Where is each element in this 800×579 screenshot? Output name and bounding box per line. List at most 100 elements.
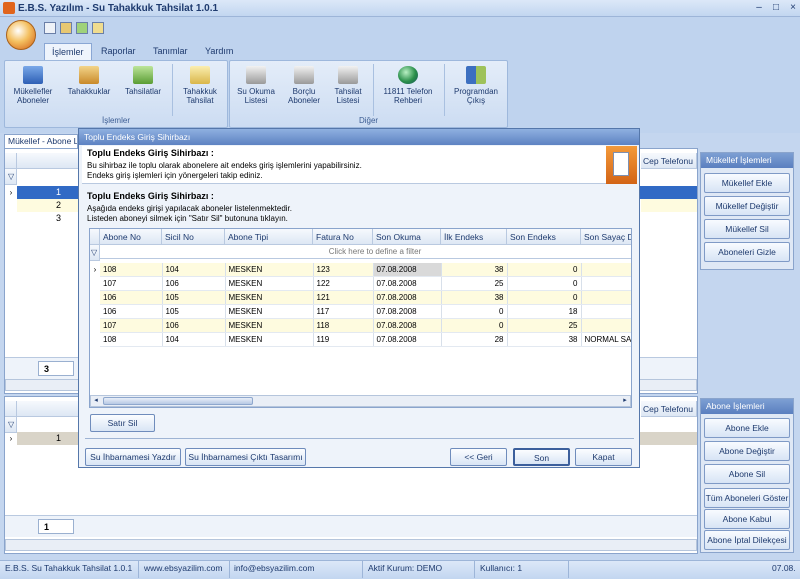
table-cell[interactable]: 0: [507, 290, 582, 305]
table-cell[interactable]: 3: [17, 212, 79, 225]
minimize-icon[interactable]: –: [752, 2, 766, 14]
tab-raporlar[interactable]: Raporlar: [94, 43, 143, 60]
table-row[interactable]: 107 106 MESKEN 118 07.08.2008 0 25: [100, 318, 631, 333]
column-sicil-no[interactable]: Sicil No: [162, 229, 225, 245]
borclu-aboneler-button[interactable]: Borçlu Aboneler: [281, 64, 327, 114]
table-cell[interactable]: 07.08.2008: [373, 304, 442, 319]
tahakkuk-tahsilat-button[interactable]: Tahakkuk Tahsilat: [175, 64, 225, 114]
tum-aboneleri-goster-button[interactable]: Tüm Aboneleri Göster: [704, 488, 790, 508]
su-ihbarnamesi-cikti-tasarimi-button[interactable]: Su İhbarnamesi Çıktı Tasarımı: [185, 448, 306, 466]
section-line1: Aşağıda endeks girişi yapılacak aboneler…: [87, 204, 293, 213]
tab-mukellef-abone-listesi[interactable]: Mükellef - Abone Li: [4, 134, 78, 148]
mukellef-degistir-button[interactable]: Mükellef Değiştir: [704, 196, 790, 216]
column-header[interactable]: [17, 153, 79, 169]
table-row[interactable]: 108 104 MESKEN 119 07.08.2008 28 38 NORM…: [100, 332, 631, 347]
table-cell[interactable]: 2: [17, 199, 79, 212]
column-abone-tipi[interactable]: Abone Tipi: [225, 229, 313, 245]
table-cell[interactable]: 18: [507, 304, 582, 319]
filter-icon[interactable]: ▽: [5, 417, 17, 433]
tahsilatlar-button[interactable]: Tahsilatlar: [118, 64, 168, 114]
table-cell[interactable]: 38: [441, 263, 508, 277]
table-cell[interactable]: [581, 276, 631, 291]
abone-iptal-dilekcesi-button[interactable]: Abone İptal Dilekçesi: [704, 530, 790, 550]
abone-kabul-dilekcesi-button[interactable]: Abone Kabul Dilekçesi: [704, 509, 790, 542]
table-row[interactable]: 107 106 MESKEN 122 07.08.2008 25 0: [100, 276, 631, 291]
column-son-endeks[interactable]: Son Endeks: [507, 229, 581, 245]
su-okuma-button[interactable]: Su Okuma Listesi: [233, 64, 279, 114]
satir-sil-button[interactable]: Satır Sil: [90, 414, 155, 432]
table-cell: 1: [55, 187, 61, 197]
scroll-left-icon[interactable]: ◂: [91, 396, 101, 406]
son-button[interactable]: Son: [513, 448, 570, 466]
tahakkuklar-button[interactable]: Tahakkuklar: [62, 64, 116, 114]
tab-tanimlar[interactable]: Tanımlar: [146, 43, 195, 60]
table-cell[interactable]: [641, 199, 697, 212]
column-cep-telefonu[interactable]: Cep Telefonu: [641, 153, 697, 169]
tab-yardim[interactable]: Yardım: [198, 43, 240, 60]
status-web: www.ebsyazilim.com: [144, 563, 223, 573]
tahsilat-listesi-button[interactable]: Tahsilat Listesi: [326, 64, 370, 114]
table-row[interactable]: 106 105 MESKEN 117 07.08.2008 0 18: [100, 304, 631, 319]
table-cell[interactable]: 0: [441, 304, 508, 319]
column-son-okuma[interactable]: Son Okuma: [373, 229, 441, 245]
column-abone-no[interactable]: Abone No: [100, 229, 162, 245]
table-cell[interactable]: 07.08.2008: [373, 290, 442, 305]
separator: [138, 561, 139, 578]
table-cell[interactable]: 0: [507, 276, 582, 291]
quick-money-icon[interactable]: [76, 22, 88, 34]
column-son-sayac-durumu[interactable]: Son Sayaç Du: [581, 229, 631, 245]
table-cell: 122: [313, 276, 374, 291]
section-line2: Listeden aboneyi silmek için "Satır Sil"…: [87, 214, 288, 223]
column-cep-telefonu[interactable]: Cep Telefonu: [641, 401, 697, 417]
tahakkuklar-label: Tahakkuklar: [67, 87, 111, 96]
filter-icon[interactable]: ▽: [5, 169, 17, 185]
programdan-cikis-button[interactable]: Programdan Çıkış: [448, 64, 504, 114]
column-ilk-endeks[interactable]: İlk Endeks: [441, 229, 507, 245]
horizontal-scrollbar[interactable]: [5, 539, 697, 551]
mukellefler-button[interactable]: Mükellefler Aboneler: [8, 64, 58, 114]
table-cell[interactable]: 38: [441, 290, 508, 305]
table-cell[interactable]: 0: [441, 318, 508, 333]
quick-calculator-icon[interactable]: [60, 22, 72, 34]
tab-islemler[interactable]: İşlemler: [44, 43, 92, 60]
table-cell[interactable]: 07.08.2008: [373, 332, 442, 347]
scrollbar-thumb[interactable]: [103, 397, 253, 405]
quick-book-icon[interactable]: [44, 22, 56, 34]
filter-row[interactable]: Click here to define a filter: [100, 245, 631, 259]
close-icon[interactable]: ×: [786, 2, 800, 14]
filter-icon[interactable]: ▽: [90, 245, 100, 261]
table-cell[interactable]: 07.08.2008: [373, 276, 442, 291]
aboneleri-gizle-button[interactable]: Aboneleri Gizle: [704, 242, 790, 262]
table-cell[interactable]: 25: [507, 318, 582, 333]
abone-degistir-button[interactable]: Abone Değiştir: [704, 441, 790, 461]
su-ihbarnamesi-yazdir-button[interactable]: Su İhbarnamesi Yazdır: [85, 448, 181, 466]
column-header[interactable]: [17, 401, 79, 417]
maximize-icon[interactable]: □: [769, 2, 783, 14]
table-cell[interactable]: 25: [441, 276, 508, 291]
table-cell[interactable]: 38: [507, 332, 582, 347]
table-cell[interactable]: 0: [507, 263, 582, 277]
app-menu-orb-icon[interactable]: [6, 20, 36, 50]
telefon-rehberi-button[interactable]: 11811 Telefon Rehberi: [377, 64, 439, 114]
quick-note-icon[interactable]: [92, 22, 104, 34]
table-row[interactable]: 106 105 MESKEN 121 07.08.2008 38 0: [100, 290, 631, 305]
table-cell[interactable]: [581, 290, 631, 305]
table-cell[interactable]: 28: [441, 332, 508, 347]
table-cell[interactable]: 07.08.2008: [373, 318, 442, 333]
kapat-button[interactable]: Kapat: [575, 448, 632, 466]
mukellef-ekle-button[interactable]: Mükellef Ekle: [704, 173, 790, 193]
mukellef-sil-button[interactable]: Mükellef Sil: [704, 219, 790, 239]
printer-icon: [294, 66, 314, 84]
scroll-right-icon[interactable]: ▸: [620, 396, 630, 406]
grid-horizontal-scrollbar[interactable]: ◂ ▸: [90, 395, 631, 407]
abone-sil-button[interactable]: Abone Sil: [704, 464, 790, 484]
table-cell[interactable]: [581, 304, 631, 319]
table-cell[interactable]: [581, 263, 631, 277]
column-fatura-no[interactable]: Fatura No: [313, 229, 373, 245]
geri-button[interactable]: << Geri: [450, 448, 507, 466]
table-row[interactable]: 108 104 MESKEN 123 07.08.2008 38 0: [100, 263, 631, 277]
table-cell[interactable]: NORMAL SAY: [581, 332, 631, 347]
table-cell-focused[interactable]: 07.08.2008: [373, 263, 442, 277]
table-cell[interactable]: [581, 318, 631, 333]
abone-ekle-button[interactable]: Abone Ekle: [704, 418, 790, 438]
